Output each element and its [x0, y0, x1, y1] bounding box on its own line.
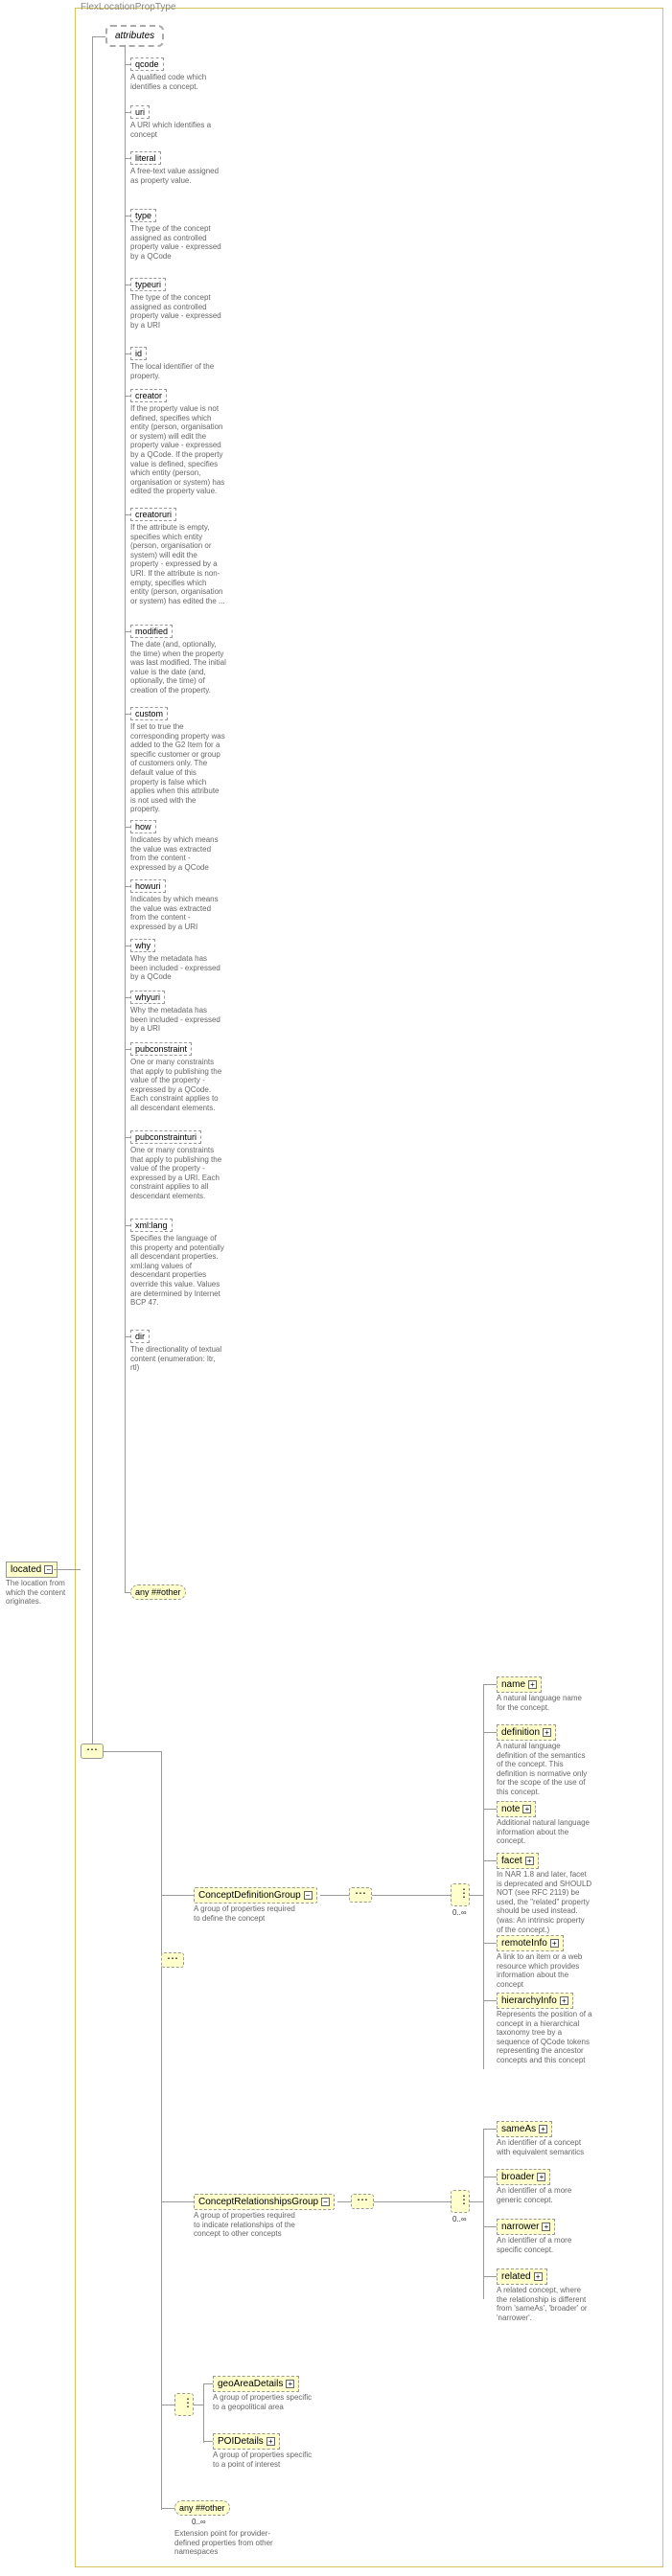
- attr-dir: dir: [130, 1330, 150, 1343]
- attr-desc: Indicates by which means the value was e…: [130, 835, 226, 872]
- attr-desc: Why the metadata has been included - exp…: [130, 954, 226, 982]
- minus-icon[interactable]: −: [44, 1565, 53, 1574]
- plus-icon[interactable]: +: [528, 1680, 537, 1689]
- occurrence: 0..∞: [452, 1908, 467, 1917]
- element-desc: An identifier of a more generic concept.: [497, 2186, 592, 2204]
- attr-desc: If set to true the corresponding propert…: [130, 722, 226, 814]
- element-desc: Additional natural language information …: [497, 1818, 592, 1846]
- attr-qcode: qcode: [130, 57, 164, 71]
- element-sameas: sameAs+: [497, 2121, 552, 2137]
- attr-custom: custom: [130, 707, 168, 720]
- element-geoareadetails: geoAreaDetails +: [213, 2376, 299, 2392]
- plus-icon[interactable]: +: [539, 2125, 547, 2133]
- attr-desc: The local identifier of the property.: [130, 362, 226, 380]
- group-concept-relationships: ConceptRelationshipsGroup −: [194, 2194, 335, 2210]
- element-definition: definition+: [497, 1724, 556, 1741]
- sequence-icon: [351, 2194, 374, 2209]
- group-desc: A group of properties required to define…: [194, 1904, 299, 1923]
- type-label: FlexLocationPropType: [81, 2, 176, 12]
- plus-icon[interactable]: +: [534, 2272, 543, 2281]
- attr-xml:lang: xml:lang: [130, 1219, 173, 1232]
- element-narrower: narrower+: [497, 2219, 555, 2235]
- any-attribute: any ##other: [130, 1584, 186, 1600]
- attr-desc: The date (and, optionally, the time) whe…: [130, 640, 226, 695]
- element-desc: The location from which the content orig…: [6, 1579, 78, 1607]
- sequence-icon: [81, 1744, 104, 1759]
- attr-desc: Indicates by which means the value was e…: [130, 895, 226, 931]
- element-facet: facet+: [497, 1853, 539, 1869]
- group-desc: A group of properties required to indica…: [194, 2211, 299, 2239]
- element-broader: broader+: [497, 2169, 550, 2185]
- attr-desc: The directionality of textual content (e…: [130, 1345, 226, 1373]
- attr-desc: A qualified code which identifies a conc…: [130, 73, 226, 91]
- attr-whyuri: whyuri: [130, 991, 165, 1004]
- attr-howuri: howuri: [130, 879, 166, 893]
- element-located: located −: [6, 1562, 58, 1578]
- element-label: located: [11, 1564, 41, 1575]
- element-desc: A related concept, where the relationshi…: [497, 2286, 592, 2322]
- element-name: name+: [497, 1676, 542, 1693]
- element-desc: An identifier of a more specific concept…: [497, 2236, 592, 2254]
- sequence-icon: [161, 1952, 184, 1968]
- attr-desc: One or many constraints that apply to pu…: [130, 1146, 226, 1201]
- occurrence: 0..∞: [452, 2215, 467, 2223]
- attr-desc: The type of the concept assigned as cont…: [130, 293, 226, 330]
- attr-id: id: [130, 347, 147, 360]
- element-desc: A group of properties specific to a poin…: [213, 2451, 318, 2469]
- element-desc: A natural language definition of the sem…: [497, 1742, 592, 1797]
- plus-icon[interactable]: +: [537, 2173, 545, 2181]
- element-desc: An identifier of a concept with equivale…: [497, 2138, 592, 2156]
- attr-desc: A free-text value assigned as property v…: [130, 167, 226, 185]
- attr-creatoruri: creatoruri: [130, 508, 176, 521]
- attr-why: why: [130, 939, 155, 952]
- element-remoteinfo: remoteInfo+: [497, 1935, 564, 1951]
- any-element: any ##other: [174, 2500, 230, 2516]
- attr-uri: uri: [130, 105, 150, 119]
- plus-icon[interactable]: +: [522, 1805, 531, 1813]
- attributes-box: attributes: [105, 25, 164, 47]
- attr-modified: modified: [130, 625, 173, 638]
- element-desc: A group of properties specific to a geop…: [213, 2393, 318, 2411]
- attr-desc: Why the metadata has been included - exp…: [130, 1006, 226, 1034]
- attr-type: type: [130, 209, 156, 222]
- attr-desc: Specifies the language of this property …: [130, 1234, 226, 1308]
- attr-desc: If the property value is not defined, sp…: [130, 404, 226, 496]
- element-desc: A natural language name for the concept.: [497, 1694, 592, 1712]
- plus-icon[interactable]: +: [560, 1996, 568, 2005]
- plus-icon[interactable]: +: [266, 2437, 275, 2446]
- element-note: note+: [497, 1801, 536, 1817]
- plus-icon[interactable]: +: [543, 1728, 551, 1737]
- plus-icon[interactable]: +: [525, 1857, 534, 1865]
- minus-icon[interactable]: −: [321, 2198, 330, 2206]
- occurrence: 0..∞: [192, 2518, 206, 2526]
- attr-desc: A URI which identifies a concept: [130, 121, 226, 139]
- choice-icon: [174, 2393, 194, 2416]
- choice-icon: [451, 2190, 470, 2213]
- minus-icon[interactable]: −: [304, 1891, 313, 1900]
- attr-desc: The type of the concept assigned as cont…: [130, 224, 226, 261]
- element-related: related+: [497, 2268, 547, 2285]
- plus-icon[interactable]: +: [286, 2380, 294, 2388]
- attr-desc: If the attribute is empty, specifies whi…: [130, 523, 226, 605]
- plus-icon[interactable]: +: [550, 1939, 559, 1948]
- element-desc: Extension point for provider-defined pro…: [174, 2529, 280, 2557]
- element-hierarchyinfo: hierarchyInfo+: [497, 1993, 573, 2009]
- choice-icon: [451, 1883, 470, 1906]
- element-poidetails: POIDetails +: [213, 2433, 280, 2450]
- attr-desc: One or many constraints that apply to pu…: [130, 1058, 226, 1113]
- element-desc: In NAR 1.8 and later, facet is deprecate…: [497, 1870, 592, 1934]
- attr-literal: literal: [130, 151, 161, 165]
- attr-how: how: [130, 820, 156, 833]
- attr-typeuri: typeuri: [130, 278, 166, 291]
- sequence-icon: [349, 1887, 372, 1903]
- element-desc: A link to an item or a web resource whic…: [497, 1952, 592, 1989]
- element-desc: Represents the position of a concept in …: [497, 2010, 592, 2065]
- attr-pubconstrainturi: pubconstrainturi: [130, 1130, 201, 1144]
- attr-pubconstraint: pubconstraint: [130, 1042, 192, 1056]
- group-concept-definition: ConceptDefinitionGroup −: [194, 1887, 317, 1904]
- plus-icon[interactable]: +: [542, 2223, 550, 2231]
- attr-creator: creator: [130, 389, 167, 402]
